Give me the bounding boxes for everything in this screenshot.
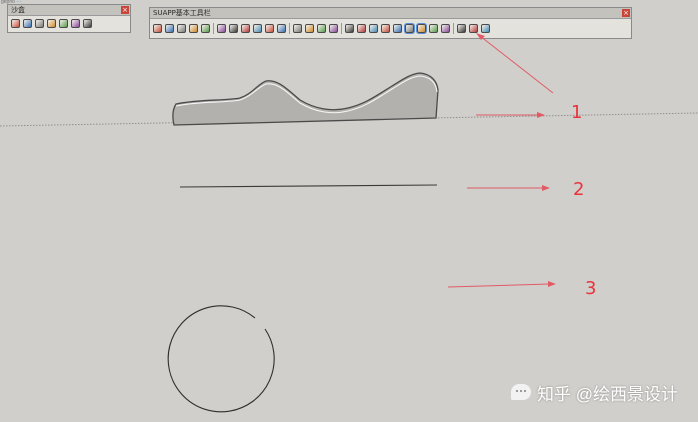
annotation-label-1: 1: [571, 102, 583, 123]
circle-arc-shape[interactable]: [167, 305, 275, 413]
watermark: 知乎 @绘西景设计: [511, 380, 678, 404]
wavy-shape-body: [172, 72, 439, 126]
arrow-3-line: [447, 283, 550, 288]
arrow-1-head: [537, 112, 545, 118]
modeling-canvas[interactable]: [0, 0, 698, 422]
arrow-to-toolbar: [476, 33, 554, 94]
arrow-to-toolbar-line: [479, 35, 554, 94]
arrow-3-head: [548, 281, 556, 287]
arrow-3: [447, 281, 556, 288]
annotation-label-3: 3: [585, 278, 597, 299]
straight-line-shape[interactable]: [179, 184, 438, 188]
annotation-label-2: 2: [573, 179, 585, 200]
arrow-2-head: [542, 185, 550, 191]
watermark-text: 知乎 @绘西景设计: [537, 384, 678, 404]
wavy-extruded-shape[interactable]: [172, 72, 439, 126]
arrow-2: [467, 185, 550, 191]
zhihu-logo-icon: [511, 384, 531, 400]
